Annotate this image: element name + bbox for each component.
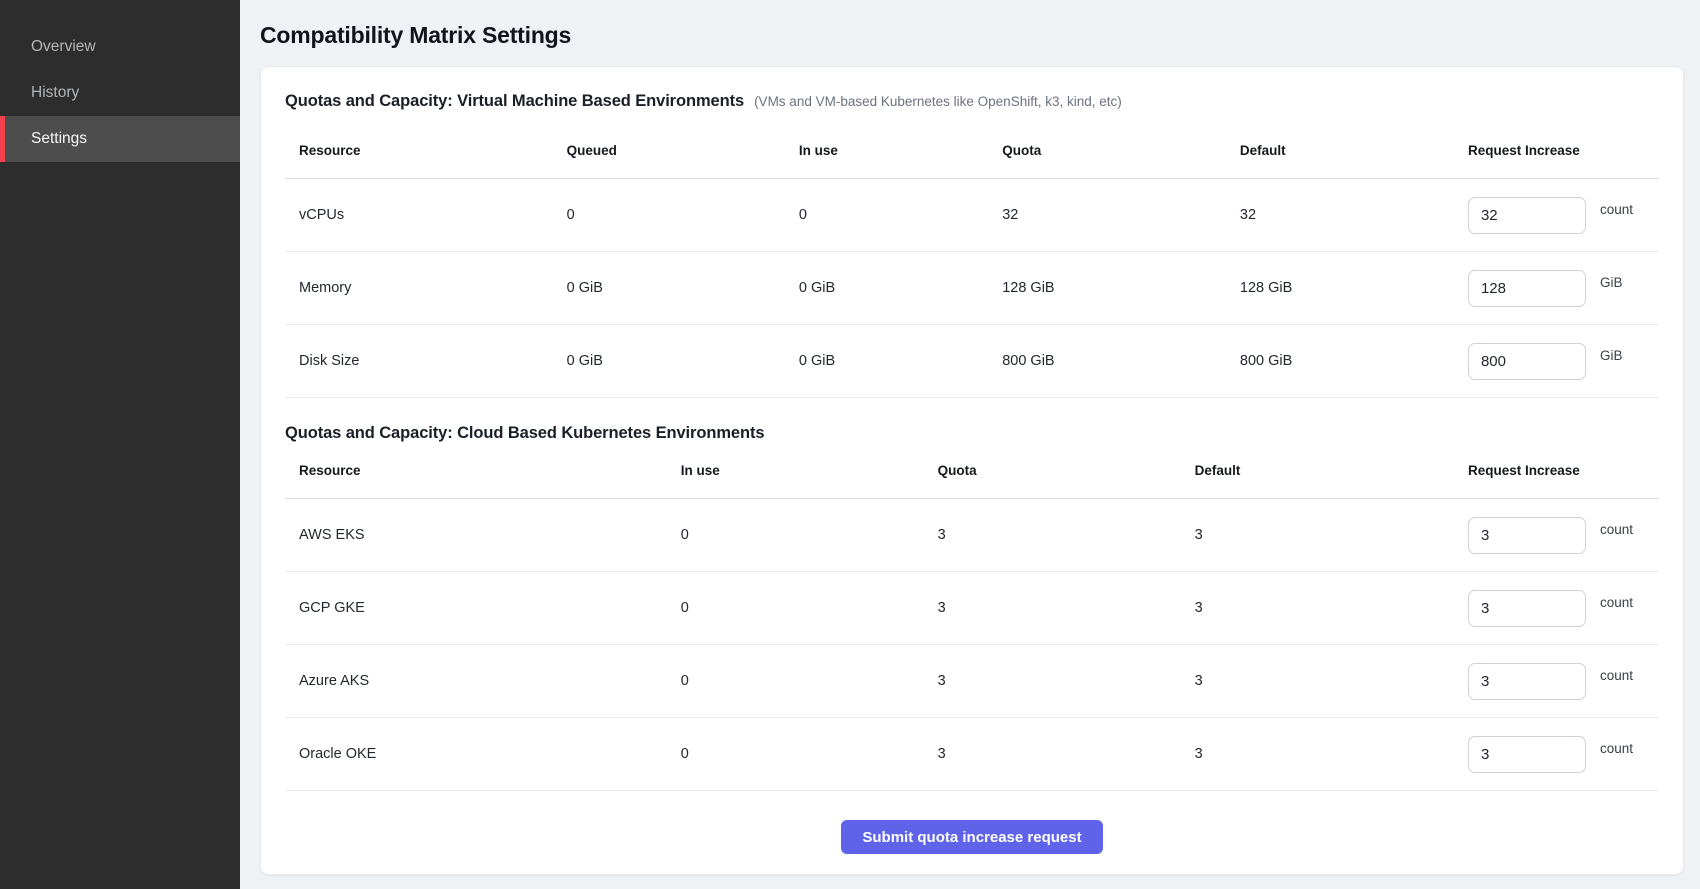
default-value: 3 <box>1195 600 1468 616</box>
settings-card: Quotas and Capacity: Virtual Machine Bas… <box>260 66 1684 875</box>
request-increase-cell: count <box>1468 736 1659 773</box>
column-header-request-increase: Request Increase <box>1468 463 1659 478</box>
oracle-oke-request-input[interactable] <box>1468 736 1586 773</box>
quota-value: 128 GiB <box>1002 280 1240 296</box>
in-use-value: 0 <box>681 600 938 616</box>
column-header-in-use: In use <box>681 463 938 478</box>
column-header-resource: Resource <box>285 463 681 478</box>
resource-label: Memory <box>285 280 567 296</box>
request-increase-cell: GiB <box>1468 343 1659 380</box>
sidebar: Overview History Settings <box>0 0 240 889</box>
default-value: 128 GiB <box>1240 280 1468 296</box>
vm-section-header: Quotas and Capacity: Virtual Machine Bas… <box>285 92 1659 111</box>
column-header-quota: Quota <box>1002 143 1240 158</box>
queued-value: 0 GiB <box>567 280 799 296</box>
column-header-quota: Quota <box>938 463 1195 478</box>
resource-label: Oracle OKE <box>285 746 681 762</box>
sidebar-item-settings[interactable]: Settings <box>0 116 240 162</box>
memory-request-input[interactable] <box>1468 270 1586 307</box>
unit-label: count <box>1600 202 1633 217</box>
quota-value: 32 <box>1002 207 1240 223</box>
request-increase-cell: count <box>1468 197 1659 234</box>
unit-label: count <box>1600 668 1633 683</box>
cloud-table-header: Resource In use Quota Default Request In… <box>285 443 1659 499</box>
vcpus-request-input[interactable] <box>1468 197 1586 234</box>
azure-aks-request-input[interactable] <box>1468 663 1586 700</box>
resource-label: Azure AKS <box>285 673 681 689</box>
default-value: 800 GiB <box>1240 353 1468 369</box>
aws-eks-request-input[interactable] <box>1468 517 1586 554</box>
in-use-value: 0 <box>681 527 938 543</box>
vm-table-header: Resource Queued In use Quota Default Req… <box>285 123 1659 179</box>
gcp-gke-request-input[interactable] <box>1468 590 1586 627</box>
page-title: Compatibility Matrix Settings <box>260 22 1684 49</box>
request-increase-cell: count <box>1468 663 1659 700</box>
resource-label: vCPUs <box>285 207 567 223</box>
request-increase-cell: GiB <box>1468 270 1659 307</box>
column-header-request-increase: Request Increase <box>1468 143 1659 158</box>
table-row: Oracle OKE 0 3 3 count <box>285 718 1659 791</box>
request-increase-cell: count <box>1468 517 1659 554</box>
default-value: 3 <box>1195 673 1468 689</box>
vm-section-title: Quotas and Capacity: Virtual Machine Bas… <box>285 92 744 111</box>
table-row: Memory 0 GiB 0 GiB 128 GiB 128 GiB GiB <box>285 252 1659 325</box>
submit-quota-increase-button[interactable]: Submit quota increase request <box>841 820 1102 854</box>
cloud-section-header: Quotas and Capacity: Cloud Based Kuberne… <box>285 424 1659 443</box>
card-footer: Submit quota increase request <box>285 791 1659 854</box>
column-header-resource: Resource <box>285 143 567 158</box>
in-use-value: 0 <box>681 746 938 762</box>
sidebar-item-overview[interactable]: Overview <box>0 24 240 70</box>
unit-label: count <box>1600 741 1633 756</box>
column-header-default: Default <box>1195 463 1468 478</box>
column-header-default: Default <box>1240 143 1468 158</box>
quota-value: 3 <box>938 527 1195 543</box>
default-value: 3 <box>1195 527 1468 543</box>
cloud-section-title: Quotas and Capacity: Cloud Based Kuberne… <box>285 424 764 443</box>
table-row: vCPUs 0 0 32 32 count <box>285 179 1659 252</box>
unit-label: GiB <box>1600 348 1623 363</box>
unit-label: count <box>1600 522 1633 537</box>
quota-value: 3 <box>938 600 1195 616</box>
quota-value: 800 GiB <box>1002 353 1240 369</box>
queued-value: 0 <box>567 207 799 223</box>
table-row: GCP GKE 0 3 3 count <box>285 572 1659 645</box>
vm-section-subtitle: (VMs and VM-based Kubernetes like OpenSh… <box>754 94 1122 109</box>
quota-value: 3 <box>938 673 1195 689</box>
in-use-value: 0 GiB <box>799 353 1002 369</box>
app-root: Overview History Settings Compatibility … <box>0 0 1700 889</box>
request-increase-cell: count <box>1468 590 1659 627</box>
table-row: AWS EKS 0 3 3 count <box>285 499 1659 572</box>
resource-label: GCP GKE <box>285 600 681 616</box>
unit-label: count <box>1600 595 1633 610</box>
queued-value: 0 GiB <box>567 353 799 369</box>
in-use-value: 0 <box>681 673 938 689</box>
in-use-value: 0 GiB <box>799 280 1002 296</box>
main-content: Compatibility Matrix Settings Quotas and… <box>240 0 1700 889</box>
table-row: Azure AKS 0 3 3 count <box>285 645 1659 718</box>
table-row: Disk Size 0 GiB 0 GiB 800 GiB 800 GiB Gi… <box>285 325 1659 398</box>
column-header-queued: Queued <box>567 143 799 158</box>
sidebar-item-history[interactable]: History <box>0 70 240 116</box>
resource-label: Disk Size <box>285 353 567 369</box>
in-use-value: 0 <box>799 207 1002 223</box>
resource-label: AWS EKS <box>285 527 681 543</box>
disk-size-request-input[interactable] <box>1468 343 1586 380</box>
column-header-in-use: In use <box>799 143 1002 158</box>
unit-label: GiB <box>1600 275 1623 290</box>
quota-value: 3 <box>938 746 1195 762</box>
default-value: 32 <box>1240 207 1468 223</box>
default-value: 3 <box>1195 746 1468 762</box>
